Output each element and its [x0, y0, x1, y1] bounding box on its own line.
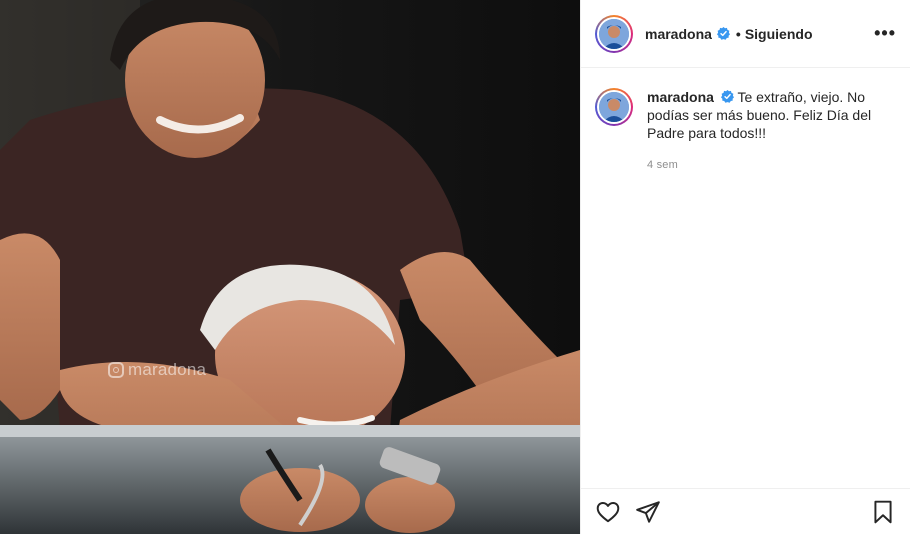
instagram-logo-icon [108, 362, 124, 378]
post-sidebar: maradona • Siguiendo ••• maradona Te ext… [580, 0, 910, 534]
instagram-post: maradona maradona • Siguiendo ••• marado… [0, 0, 910, 534]
avatar-image [599, 92, 629, 122]
caption-body: maradona Te extraño, viejo. No podías se… [647, 88, 887, 174]
post-timestamp[interactable]: 4 sem [647, 156, 887, 174]
follow-status-button[interactable]: Siguiendo [745, 26, 813, 42]
author-avatar[interactable] [595, 14, 633, 53]
avatar-image [599, 18, 629, 49]
verified-badge-icon [720, 90, 734, 103]
photo-illustration [0, 0, 580, 534]
comments-area: maradona Te extraño, viejo. No podías se… [581, 68, 910, 488]
action-bar [581, 488, 910, 534]
watermark-text: maradona [128, 360, 207, 379]
caption-avatar[interactable] [595, 88, 633, 126]
author-username[interactable]: maradona [645, 26, 712, 42]
post-photo[interactable]: maradona [0, 0, 580, 534]
caption-comment: maradona Te extraño, viejo. No podías se… [595, 88, 896, 174]
share-icon[interactable] [635, 499, 661, 525]
more-options-icon[interactable]: ••• [874, 23, 896, 44]
heart-icon[interactable] [595, 499, 621, 525]
verified-badge-icon [716, 27, 730, 40]
photo-watermark: maradona [108, 360, 206, 380]
bookmark-icon[interactable] [870, 499, 896, 525]
caption-username[interactable]: maradona [647, 89, 714, 105]
post-header: maradona • Siguiendo ••• [581, 0, 910, 68]
separator-dot: • [735, 25, 741, 42]
